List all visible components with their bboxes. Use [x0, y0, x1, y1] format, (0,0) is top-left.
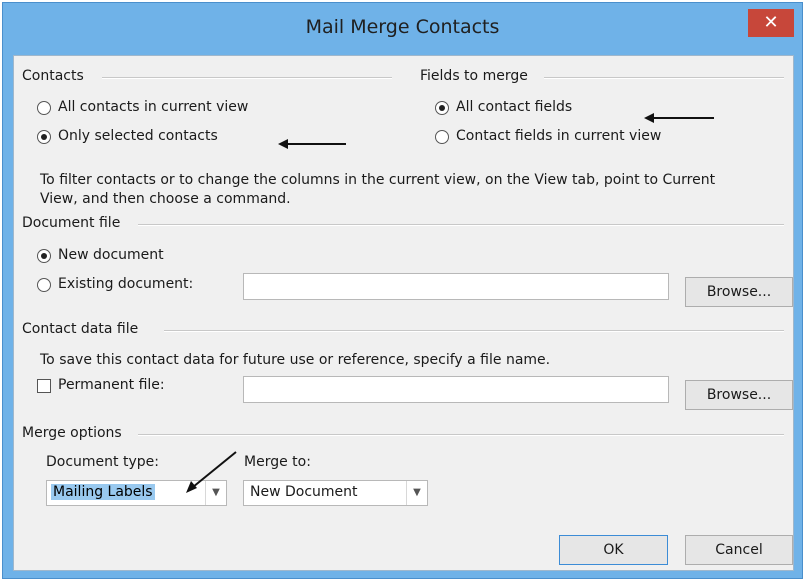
- document-file-group-label: Document file: [22, 215, 121, 231]
- dialog-body: Contacts All contacts in current view On…: [13, 55, 794, 571]
- existing-document-path-input[interactable]: [243, 273, 669, 300]
- mail-merge-contacts-dialog: Mail Merge Contacts ✕ Contacts All conta…: [2, 2, 803, 579]
- contact-data-file-group-divider: [164, 330, 784, 332]
- contacts-group-label: Contacts: [22, 68, 84, 84]
- radio-contact-fields-current-view-label[interactable]: Contact fields in current view: [456, 128, 661, 144]
- contacts-group-divider: [102, 77, 392, 79]
- radio-all-contact-fields[interactable]: [435, 101, 449, 115]
- radio-only-selected-contacts[interactable]: [37, 130, 51, 144]
- ok-button[interactable]: OK: [559, 535, 668, 565]
- radio-all-contacts-label[interactable]: All contacts in current view: [58, 99, 248, 115]
- annotation-arrow-icon: [186, 451, 237, 493]
- fields-group-label: Fields to merge: [420, 68, 528, 84]
- contact-data-file-group-label: Contact data file: [22, 321, 139, 337]
- merge-to-value: New Document: [250, 484, 358, 500]
- merge-to-select[interactable]: New Document ▼: [243, 480, 428, 506]
- merge-to-label: Merge to:: [244, 454, 311, 470]
- help-text-line-1: To filter contacts or to change the colu…: [40, 172, 716, 188]
- document-type-value: Mailing Labels: [51, 484, 155, 500]
- merge-options-group-label: Merge options: [22, 425, 122, 441]
- radio-existing-document[interactable]: [37, 278, 51, 292]
- annotation-arrow-icon: [644, 113, 714, 123]
- title-bar[interactable]: Mail Merge Contacts ✕: [3, 3, 802, 55]
- help-text-line-2: View, and then choose a command.: [40, 191, 291, 207]
- contact-data-browse-button[interactable]: Browse...: [685, 380, 793, 410]
- permanent-file-label[interactable]: Permanent file:: [58, 377, 165, 393]
- radio-new-document-label[interactable]: New document: [58, 247, 164, 263]
- radio-all-contacts[interactable]: [37, 101, 51, 115]
- document-type-label: Document type:: [46, 454, 159, 470]
- fields-group-divider: [544, 77, 784, 79]
- close-button[interactable]: ✕: [748, 9, 794, 37]
- radio-all-contact-fields-label[interactable]: All contact fields: [456, 99, 572, 115]
- radio-contact-fields-current-view[interactable]: [435, 130, 449, 144]
- document-browse-button[interactable]: Browse...: [685, 277, 793, 307]
- dialog-title: Mail Merge Contacts: [305, 16, 500, 38]
- contact-data-file-description: To save this contact data for future use…: [40, 352, 551, 368]
- annotation-arrow-icon: [278, 139, 346, 149]
- permanent-file-checkbox[interactable]: [37, 379, 51, 393]
- merge-options-group-divider: [138, 434, 784, 436]
- document-file-group-divider: [138, 224, 784, 226]
- cancel-button[interactable]: Cancel: [685, 535, 793, 565]
- radio-only-selected-contacts-label[interactable]: Only selected contacts: [58, 128, 218, 144]
- permanent-file-path-input[interactable]: [243, 376, 669, 403]
- close-icon: ✕: [763, 12, 779, 33]
- radio-existing-document-label[interactable]: Existing document:: [58, 276, 193, 292]
- chevron-down-icon[interactable]: ▼: [406, 481, 427, 505]
- radio-new-document[interactable]: [37, 249, 51, 263]
